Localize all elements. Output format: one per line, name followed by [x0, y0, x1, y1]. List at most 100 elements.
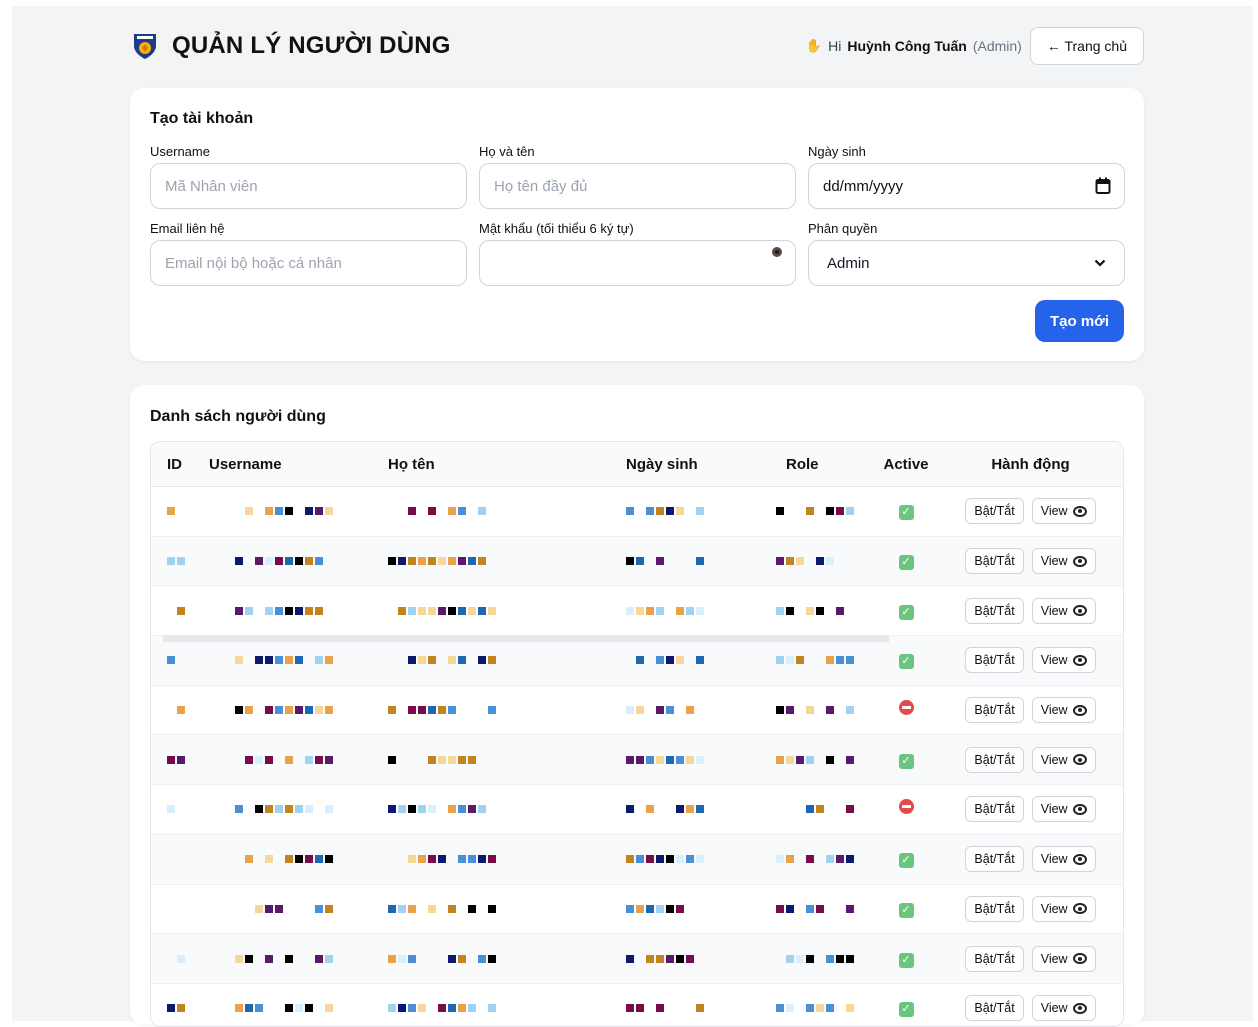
dob-input[interactable]: dd/mm/yyyy	[808, 163, 1125, 209]
cell-id	[151, 849, 195, 869]
redaction-block	[448, 805, 456, 814]
check-icon: ✓	[898, 902, 914, 918]
redaction-block	[826, 557, 834, 566]
redaction-block	[255, 507, 263, 515]
view-button[interactable]: View	[1031, 796, 1096, 823]
view-button[interactable]: View	[1031, 597, 1096, 624]
redaction-block	[448, 656, 456, 665]
redaction-block	[676, 954, 684, 963]
redaction-block	[275, 656, 283, 665]
view-button[interactable]: View	[1031, 945, 1096, 972]
view-button[interactable]: View	[1031, 846, 1096, 873]
role-select[interactable]: Admin	[808, 240, 1125, 286]
redacted-value	[235, 650, 388, 670]
redaction-block	[245, 954, 253, 963]
toggle-active-button[interactable]: Bật/Tắt	[965, 846, 1024, 873]
brand: QUẢN LÝ NGƯỜI DÙNG	[132, 31, 451, 61]
redaction-block	[786, 904, 794, 913]
view-button[interactable]: View	[1031, 647, 1096, 674]
redaction-block	[646, 507, 654, 516]
redacted-value	[235, 899, 388, 919]
redaction-block	[388, 755, 396, 764]
password-input[interactable]	[479, 240, 796, 286]
fullname-input[interactable]	[479, 163, 796, 209]
toggle-active-button[interactable]: Bật/Tắt	[965, 697, 1024, 724]
cell-role	[776, 601, 872, 621]
redacted-value	[388, 849, 626, 869]
redaction-block	[488, 1004, 496, 1013]
redaction-block	[646, 606, 654, 615]
redaction-block	[177, 905, 185, 913]
toggle-active-button[interactable]: Bật/Tắt	[965, 746, 1024, 773]
redacted-value	[776, 949, 872, 969]
redaction-block	[245, 755, 253, 764]
redaction-block	[796, 557, 804, 566]
redaction-block	[235, 557, 243, 566]
redaction-block	[285, 954, 293, 963]
cell-dob	[626, 998, 776, 1018]
view-button[interactable]: View	[1031, 498, 1096, 525]
redaction-block	[265, 1004, 273, 1012]
redaction-block	[235, 706, 243, 715]
toggle-active-button[interactable]: Bật/Tắt	[965, 895, 1024, 922]
home-button[interactable]: ← Trang chủ	[1029, 27, 1144, 65]
redaction-block	[438, 557, 446, 566]
shield-logo-icon	[134, 34, 156, 59]
redaction-block	[666, 507, 674, 516]
view-button-label: View	[1040, 951, 1068, 966]
toggle-active-button[interactable]: Bật/Tắt	[965, 647, 1024, 674]
redaction-block	[686, 954, 694, 963]
view-button[interactable]: View	[1031, 548, 1096, 575]
redaction-block	[636, 1004, 644, 1013]
check-icon: ✓	[898, 505, 914, 521]
view-button[interactable]: View	[1031, 746, 1096, 773]
greeting: ✋ Hi Huỳnh Công Tuấn (Admin)	[806, 38, 1022, 54]
email-input[interactable]	[150, 240, 467, 286]
view-button[interactable]: View	[1031, 995, 1096, 1022]
role-selected: Admin	[827, 254, 870, 272]
redaction-block	[696, 606, 704, 615]
redaction-block	[418, 606, 426, 615]
redaction-block	[796, 656, 804, 665]
redaction-block	[398, 656, 406, 664]
view-button[interactable]: View	[1031, 895, 1096, 922]
toggle-active-button[interactable]: Bật/Tắt	[965, 597, 1024, 624]
redacted-value	[776, 750, 872, 770]
redacted-value	[167, 750, 195, 770]
redaction-block	[285, 755, 293, 764]
eye-icon	[1072, 1002, 1087, 1014]
redaction-block	[295, 905, 303, 913]
eye-icon	[1072, 803, 1087, 815]
toggle-active-button[interactable]: Bật/Tắt	[965, 995, 1024, 1022]
cell-actions: Bật/Tắt View	[940, 746, 1121, 773]
redaction-block	[438, 855, 446, 864]
redaction-block	[418, 1004, 426, 1013]
cell-dob	[626, 601, 776, 621]
username-input[interactable]	[150, 163, 467, 209]
redaction-block	[836, 954, 844, 963]
redaction-block	[177, 805, 185, 813]
redaction-block	[408, 954, 416, 963]
redaction-block	[696, 955, 704, 963]
redaction-block	[626, 557, 634, 566]
create-button[interactable]: Tạo mới	[1034, 300, 1124, 342]
redaction-block	[438, 805, 446, 813]
redacted-value	[235, 949, 388, 969]
calendar-icon[interactable]	[1095, 177, 1111, 195]
redaction-block	[836, 656, 844, 665]
redaction-block	[275, 855, 283, 863]
toggle-active-button[interactable]: Bật/Tắt	[965, 945, 1024, 972]
redaction-block	[686, 855, 694, 864]
redaction-block	[686, 755, 694, 764]
redaction-block	[846, 755, 854, 764]
eye-icon[interactable]	[770, 246, 784, 258]
redaction-block	[468, 955, 476, 963]
view-button[interactable]: View	[1031, 697, 1096, 724]
redaction-block	[806, 954, 814, 963]
redaction-block	[666, 1004, 674, 1012]
toggle-active-button[interactable]: Bật/Tắt	[965, 498, 1024, 525]
redaction-block	[295, 507, 303, 515]
toggle-active-button[interactable]: Bật/Tắt	[965, 548, 1024, 575]
redaction-block	[265, 954, 273, 963]
toggle-active-button[interactable]: Bật/Tắt	[965, 796, 1024, 823]
